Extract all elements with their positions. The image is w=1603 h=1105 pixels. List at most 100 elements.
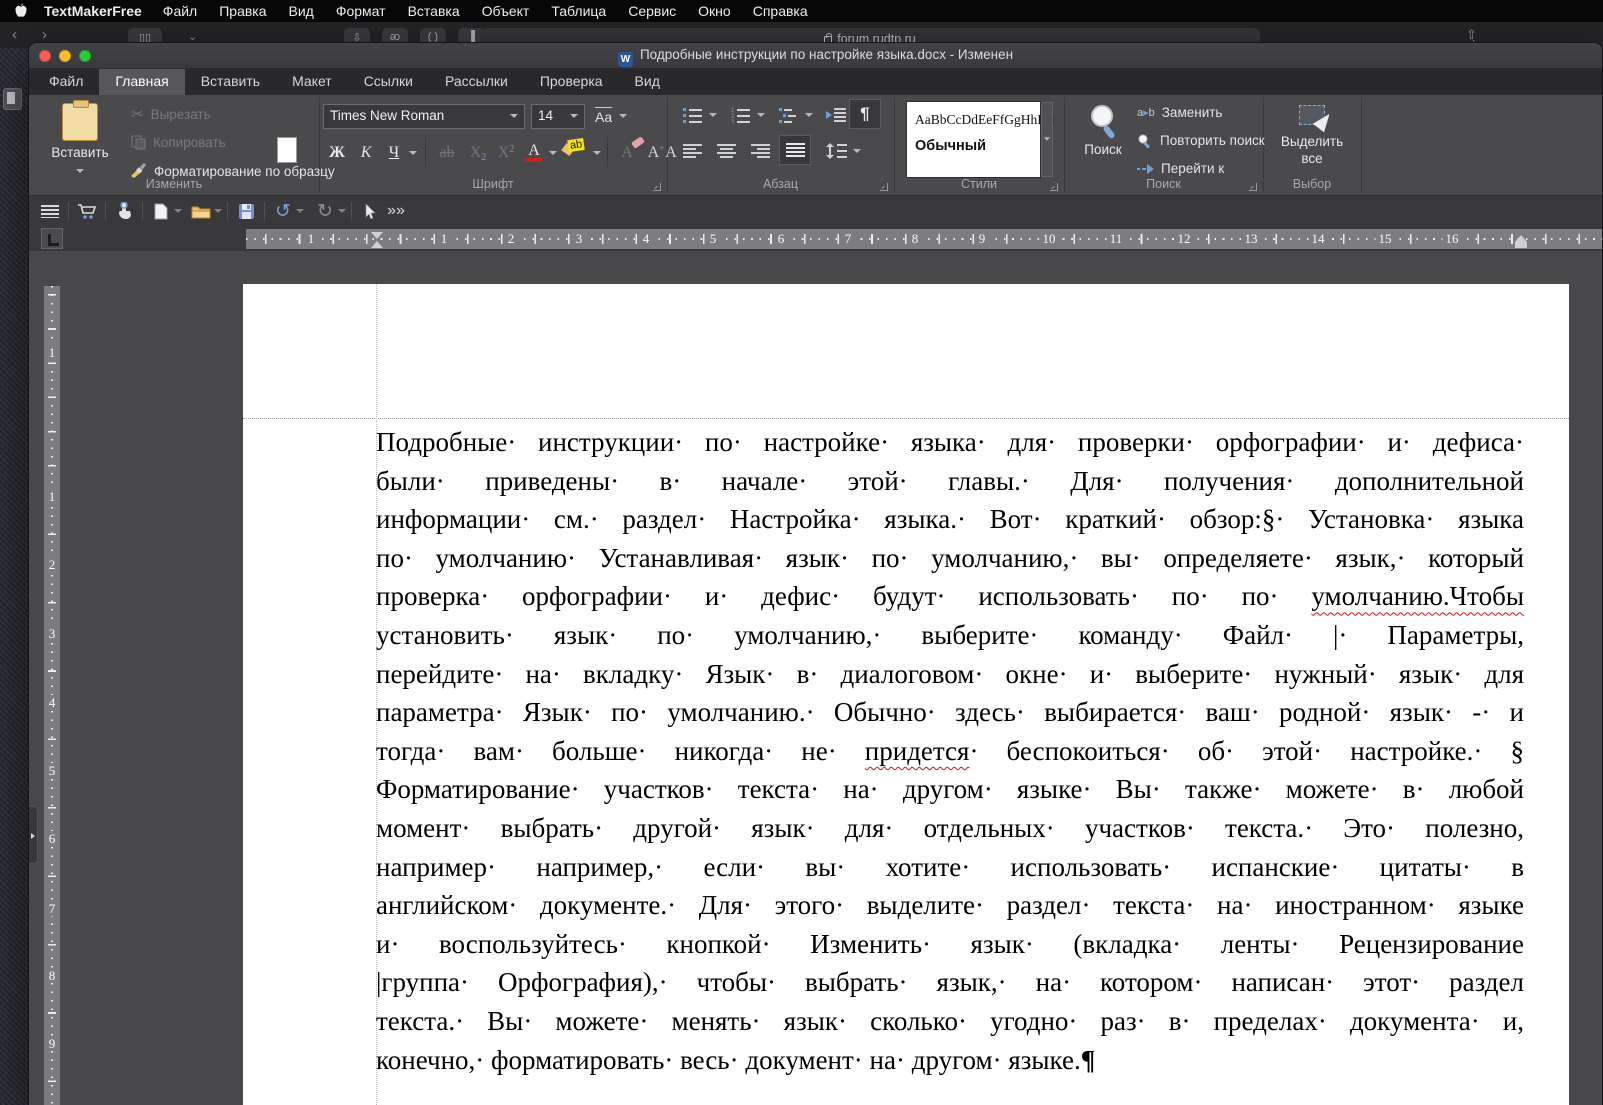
menu-item-Таблица[interactable]: Таблица — [540, 3, 617, 19]
menu-item-Файл[interactable]: Файл — [152, 3, 208, 19]
menu-item-Окно[interactable]: Окно — [687, 3, 742, 19]
sidebar-toggle-button[interactable] — [37, 199, 63, 223]
font-color-button[interactable]: А — [521, 137, 547, 165]
superscript-button[interactable]: X2 — [493, 139, 519, 167]
menu-item-Вставка[interactable]: Вставка — [397, 3, 471, 19]
line-spacing-caret[interactable] — [853, 149, 861, 153]
redo-button[interactable] — [312, 199, 338, 223]
shop-button[interactable] — [74, 199, 100, 223]
goto-button[interactable]: Перейти к — [1137, 161, 1224, 176]
tab-stop-selector[interactable] — [41, 228, 63, 249]
multilevel-list-button[interactable] — [773, 101, 803, 129]
font-color-caret[interactable] — [549, 151, 557, 155]
font-name-combo[interactable]: Times New Roman — [323, 104, 525, 129]
vertical-ruler[interactable]: 1123456789 — [44, 286, 60, 1105]
highlight-button[interactable]: ab — [563, 139, 587, 162]
align-left-button[interactable] — [677, 137, 707, 165]
open-document-button[interactable] — [188, 199, 214, 223]
numbered-list-button[interactable]: 123 — [725, 101, 755, 129]
touch-mode-button[interactable] — [111, 199, 137, 223]
search-dialog-launcher-icon[interactable] — [1249, 183, 1257, 191]
menu-item-Вид[interactable]: Вид — [278, 3, 325, 19]
menu-item-Сервис[interactable]: Сервис — [617, 3, 687, 19]
multilevel-list-caret[interactable] — [805, 113, 813, 117]
select-tool-button[interactable] — [357, 199, 383, 223]
textmaker-window: WПодробные инструкции по настройке языка… — [28, 42, 1603, 1105]
justify-button[interactable] — [779, 135, 811, 165]
document-text[interactable]: Подробные· инструкции· по· настройке· яз… — [376, 423, 1524, 1079]
menu-item-Справка[interactable]: Справка — [742, 3, 819, 19]
document-line: текста.· Вы· можете· менять· язык· сколь… — [376, 1002, 1524, 1041]
paste-dropdown-caret[interactable] — [76, 169, 84, 173]
underline-caret[interactable] — [409, 151, 417, 155]
tab-Рассылки[interactable]: Рассылки — [429, 69, 524, 95]
toolbar-overflow-button[interactable]: » — [383, 199, 409, 223]
subscript-button[interactable]: X2 — [465, 139, 491, 167]
tab-Проверка[interactable]: Проверка — [524, 69, 619, 95]
tab-Ссылки[interactable]: Ссылки — [348, 69, 429, 95]
font-size-combo[interactable]: 14 — [531, 104, 585, 129]
bullet-list-button[interactable] — [677, 101, 707, 129]
undo-button[interactable] — [270, 199, 296, 223]
styles-dialog-launcher-icon[interactable] — [1050, 183, 1058, 191]
italic-button[interactable]: К — [353, 139, 379, 167]
new-document-icon — [154, 203, 168, 220]
browser-forward-icon[interactable]: › — [42, 26, 47, 43]
copy-button[interactable]: Копировать — [131, 135, 226, 150]
tab-Вставить[interactable]: Вставить — [185, 69, 276, 95]
window-title-bar[interactable]: WПодробные инструкции по настройке языка… — [29, 43, 1602, 69]
apple-menu-icon[interactable] — [14, 3, 28, 19]
tab-Макет[interactable]: Макет — [276, 69, 348, 95]
align-right-button[interactable] — [745, 137, 775, 165]
group-label-search: Поиск — [1064, 177, 1263, 194]
menu-items: ФайлПравкаВидФорматВставкаОбъектТаблицаС… — [152, 3, 819, 19]
style-gallery-scrollbar[interactable] — [1041, 102, 1053, 177]
tab-file[interactable]: Файл — [29, 69, 99, 95]
menu-item-Формат[interactable]: Формат — [325, 3, 397, 19]
change-case-button[interactable]: Aa — [595, 107, 627, 125]
style-gallery[interactable]: AaBbCcDdEeFfGgHhIiJj Обычный — [906, 101, 1041, 178]
search-button[interactable]: Поиск — [1074, 103, 1132, 157]
undo-caret[interactable] — [296, 209, 304, 213]
sidebar-expand-handle[interactable] — [29, 806, 38, 864]
replace-button[interactable]: a▸b Заменить — [1137, 105, 1222, 120]
line-spacing-button[interactable] — [821, 137, 851, 165]
menu-item-Правка[interactable]: Правка — [208, 3, 277, 19]
bold-button[interactable]: Ж — [323, 139, 351, 167]
tab-Вид[interactable]: Вид — [619, 69, 676, 95]
font-color-swatch — [525, 158, 542, 162]
numbered-list-icon: 123 — [731, 107, 750, 123]
numbered-list-caret[interactable] — [757, 113, 765, 117]
browser-share-icon[interactable]: ⇧̣ — [1466, 27, 1477, 43]
pilcrow-icon — [860, 104, 869, 124]
paste-button[interactable]: Вставить — [47, 101, 113, 187]
new-document-caret[interactable] — [174, 209, 182, 213]
repeat-search-button[interactable]: Повторить поиск — [1137, 133, 1265, 148]
cut-button[interactable]: ✂ Вырезать — [131, 107, 211, 122]
font-dialog-launcher-icon[interactable] — [653, 183, 661, 191]
ruler-number: 1 — [438, 231, 451, 247]
ruler-number: 9 — [976, 231, 989, 247]
clear-formatting-button[interactable]: А — [613, 139, 641, 167]
align-center-button[interactable] — [711, 137, 741, 165]
increase-indent-button[interactable] — [821, 101, 851, 129]
ruler-number: 16 — [1443, 231, 1462, 247]
small-divider — [607, 137, 608, 167]
horizontal-ruler[interactable]: 112345678910111213141516 — [246, 229, 1602, 249]
redo-caret[interactable] — [338, 209, 346, 213]
document-page[interactable]: Подробные· инструкции· по· настройке· яз… — [243, 284, 1569, 1105]
save-button[interactable] — [233, 199, 259, 223]
tab-Главная[interactable]: Главная — [99, 69, 184, 95]
browser-back-icon[interactable]: ‹ — [12, 26, 17, 43]
menu-item-Объект[interactable]: Объект — [471, 3, 541, 19]
underline-button[interactable]: Ч — [381, 139, 407, 167]
select-all-button[interactable]: Выделить все — [1272, 105, 1352, 167]
strikethrough-button[interactable]: ab — [433, 139, 461, 167]
new-document-button[interactable] — [148, 199, 174, 223]
paragraph-dialog-launcher-icon[interactable] — [880, 183, 888, 191]
menu-app-name[interactable]: TextMakerFree — [44, 3, 142, 19]
open-document-caret[interactable] — [214, 209, 222, 213]
show-paragraph-marks-toggle[interactable] — [849, 99, 881, 129]
bullet-list-caret[interactable] — [709, 113, 717, 117]
highlight-caret[interactable] — [593, 151, 601, 155]
